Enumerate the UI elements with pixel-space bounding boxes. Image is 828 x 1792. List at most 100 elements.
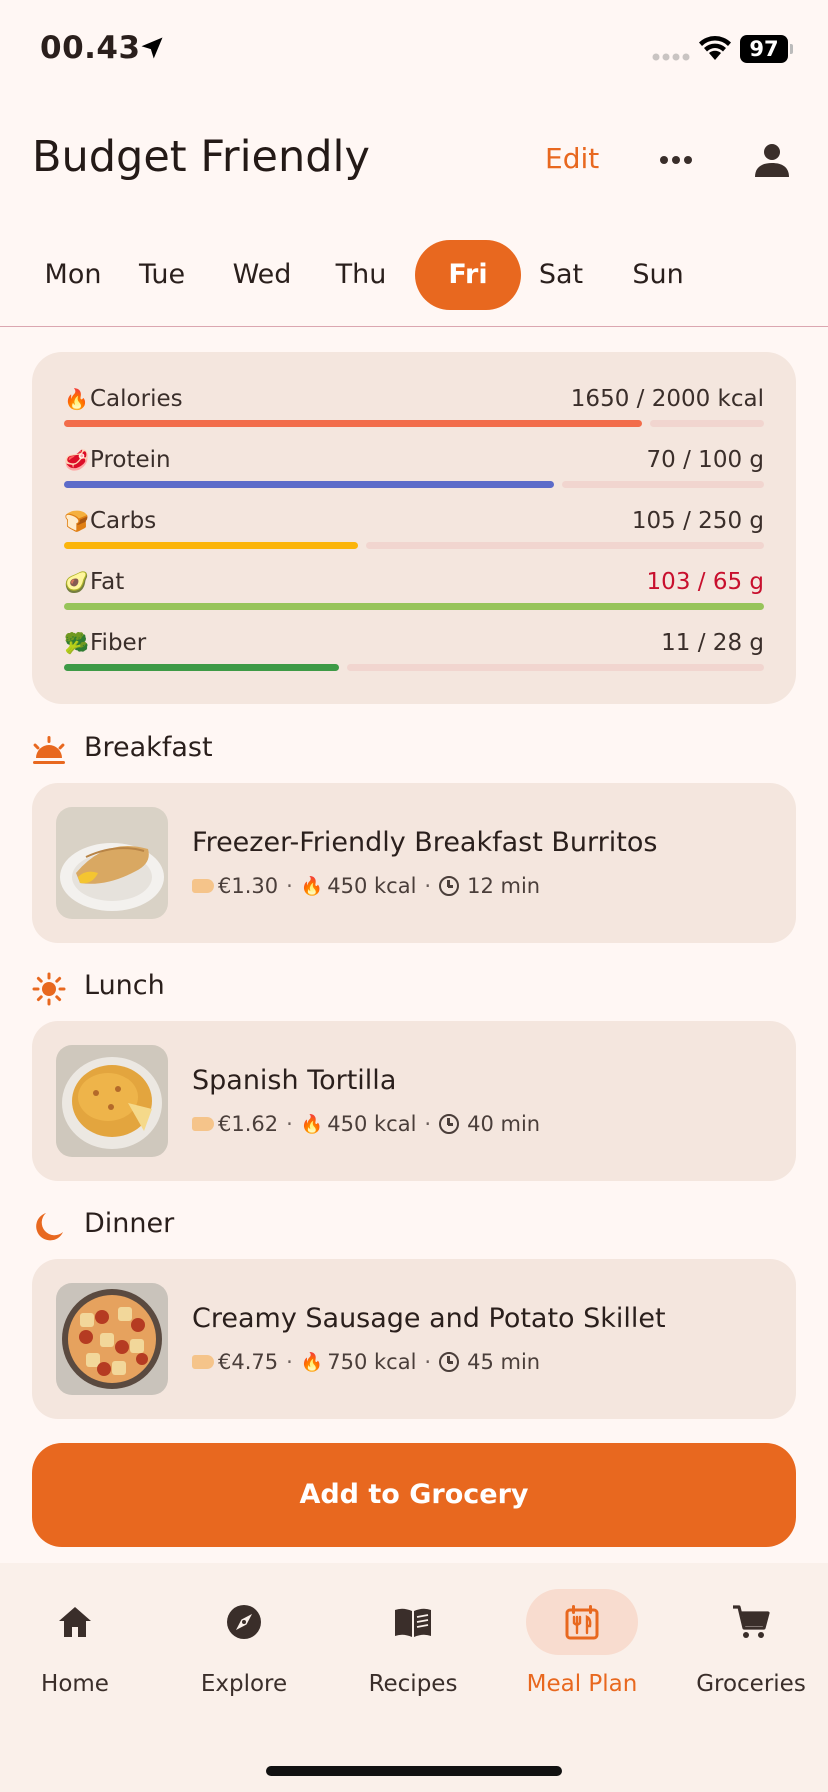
nutrient-progress-remaining xyxy=(347,664,764,671)
tab-icon-container xyxy=(526,1589,638,1655)
carbs-emoji-icon: 🍞 xyxy=(64,509,89,533)
meal-meta: €1.62 · 🔥 450 kcal · 40 min xyxy=(192,1111,540,1136)
lunch-section-title: Lunch xyxy=(84,970,165,1001)
meal-image xyxy=(56,1045,168,1157)
day-tab-tue[interactable]: Tue xyxy=(109,240,215,310)
lunch-meal-card[interactable]: Spanish Tortilla €1.62 · 🔥 450 kcal · 40 min xyxy=(32,1021,796,1181)
nutrient-name: Calories xyxy=(90,386,183,412)
separator: · xyxy=(424,1350,432,1374)
breakfast-section-title: Breakfast xyxy=(84,732,213,763)
tab-meal-plan[interactable]: Meal Plan xyxy=(507,1587,657,1697)
nutrient-value: 105 / 250 g xyxy=(631,508,764,534)
bottom-tab-bar: Home Explore Recipes Meal Plan Groceries xyxy=(0,1563,828,1792)
nutrient-progress-bar xyxy=(64,420,764,427)
edit-button[interactable]: Edit xyxy=(545,142,599,175)
day-selector: Mon Tue Wed Thu Fri Sat Sun xyxy=(0,238,828,310)
separator: · xyxy=(286,1350,293,1374)
price-tag-icon xyxy=(192,1117,214,1131)
dinner-section-title: Dinner xyxy=(84,1208,175,1239)
breakfast-section-header: Breakfast xyxy=(32,730,432,770)
nutrient-progress-remaining xyxy=(562,481,764,488)
more-options-icon[interactable] xyxy=(656,140,696,180)
nutrient-value: 11 / 28 g xyxy=(661,630,764,656)
nutrient-label: 🥦Fiber xyxy=(64,630,146,656)
tab-icon-container xyxy=(695,1589,807,1655)
location-arrow-icon xyxy=(141,37,163,59)
price-tag-icon xyxy=(192,1355,214,1369)
nutrient-value: 1650 / 2000 kcal xyxy=(570,386,764,412)
separator: · xyxy=(286,1112,293,1136)
book-icon xyxy=(395,1608,431,1637)
nutrient-progress-remaining xyxy=(650,420,764,427)
nutrient-progress-bar xyxy=(64,603,764,610)
nutrient-label: 🔥Calories xyxy=(64,386,183,412)
meal-calories: 450 kcal xyxy=(327,874,417,898)
nutrient-progress-fill xyxy=(64,603,764,610)
separator: · xyxy=(286,874,293,898)
sunrise-icon xyxy=(33,736,65,764)
separator: · xyxy=(424,1112,432,1136)
dinner-meal-card[interactable]: Creamy Sausage and Potato Skillet €4.75 · 🔥… xyxy=(32,1259,796,1419)
tab-explore[interactable]: Explore xyxy=(169,1587,319,1697)
nutrient-name: Fat xyxy=(90,569,125,595)
nutrient-progress-fill xyxy=(64,420,642,427)
page-title: Budget Friendly xyxy=(32,132,370,182)
meal-time: 45 min xyxy=(467,1350,541,1374)
tab-recipes[interactable]: Recipes xyxy=(338,1587,488,1697)
meal-time: 12 min xyxy=(467,874,541,898)
battery-tip xyxy=(790,44,793,54)
calendar-icon xyxy=(565,1605,599,1640)
day-tab-sat[interactable]: Sat xyxy=(508,240,614,310)
tab-label: Home xyxy=(41,1671,109,1697)
day-tab-thu[interactable]: Thu xyxy=(308,240,414,310)
tab-label: Meal Plan xyxy=(526,1671,638,1697)
fire-icon: 🔥 xyxy=(300,1113,324,1135)
breakfast-meal-card[interactable]: Freezer-Friendly Breakfast Burritos €1.30… xyxy=(32,783,796,943)
day-tab-fri[interactable]: Fri xyxy=(415,240,521,310)
meal-meta: €4.75 · 🔥 750 kcal · 45 min xyxy=(192,1349,540,1374)
tab-icon-container xyxy=(19,1589,131,1655)
nutrient-progress-fill xyxy=(64,542,358,549)
tab-home[interactable]: Home xyxy=(0,1587,150,1697)
add-to-grocery-button[interactable]: Add to Grocery xyxy=(32,1443,796,1547)
meal-name: Freezer-Friendly Breakfast Burritos xyxy=(192,827,658,858)
price-tag-icon xyxy=(192,879,214,893)
nutrient-row-carbs: 🍞Carbs 105 / 250 g xyxy=(64,508,764,568)
dinner-section-header: Dinner xyxy=(32,1206,432,1246)
nutrient-progress-bar xyxy=(64,481,764,488)
meal-calories: 450 kcal xyxy=(327,1112,417,1136)
day-tab-sun[interactable]: Sun xyxy=(605,240,711,310)
meal-image xyxy=(56,1283,168,1395)
lunch-section-header: Lunch xyxy=(32,968,432,1008)
day-tab-wed[interactable]: Wed xyxy=(209,240,315,310)
moon-icon xyxy=(36,1213,63,1241)
meal-time: 40 min xyxy=(467,1112,541,1136)
tab-label: Recipes xyxy=(368,1671,458,1697)
nutrient-label: 🍞Carbs xyxy=(64,508,156,534)
tab-groceries[interactable]: Groceries xyxy=(676,1587,826,1697)
clock-icon xyxy=(439,1352,460,1372)
nutrient-label: 🥑Fat xyxy=(64,569,124,595)
nutrient-name: Fiber xyxy=(90,630,147,656)
meal-photo xyxy=(56,1283,168,1395)
nutrient-progress-bar xyxy=(64,664,764,671)
fire-icon: 🔥 xyxy=(300,1351,324,1373)
calories-emoji-icon: 🔥 xyxy=(64,387,89,411)
nutrient-progress-remaining xyxy=(366,542,764,549)
clock-icon xyxy=(439,1114,460,1134)
profile-icon[interactable] xyxy=(752,140,792,180)
separator: · xyxy=(424,874,432,898)
protein-emoji-icon: 🥩 xyxy=(64,448,89,472)
sun-icon xyxy=(32,972,66,1006)
tab-label: Groceries xyxy=(696,1671,806,1697)
meal-name: Spanish Tortilla xyxy=(192,1065,397,1096)
nutrition-summary-card: 🔥Calories 1650 / 2000 kcal 🥩Protein 70 / 10… xyxy=(32,352,796,704)
cart-icon xyxy=(733,1605,770,1638)
wifi-icon xyxy=(699,36,731,60)
nutrient-progress-fill xyxy=(64,664,339,671)
home-icon xyxy=(59,1607,91,1637)
nutrient-value: 70 / 100 g xyxy=(646,447,764,473)
meal-price: €4.75 xyxy=(218,1350,279,1374)
home-indicator xyxy=(266,1766,562,1776)
divider xyxy=(0,326,828,327)
